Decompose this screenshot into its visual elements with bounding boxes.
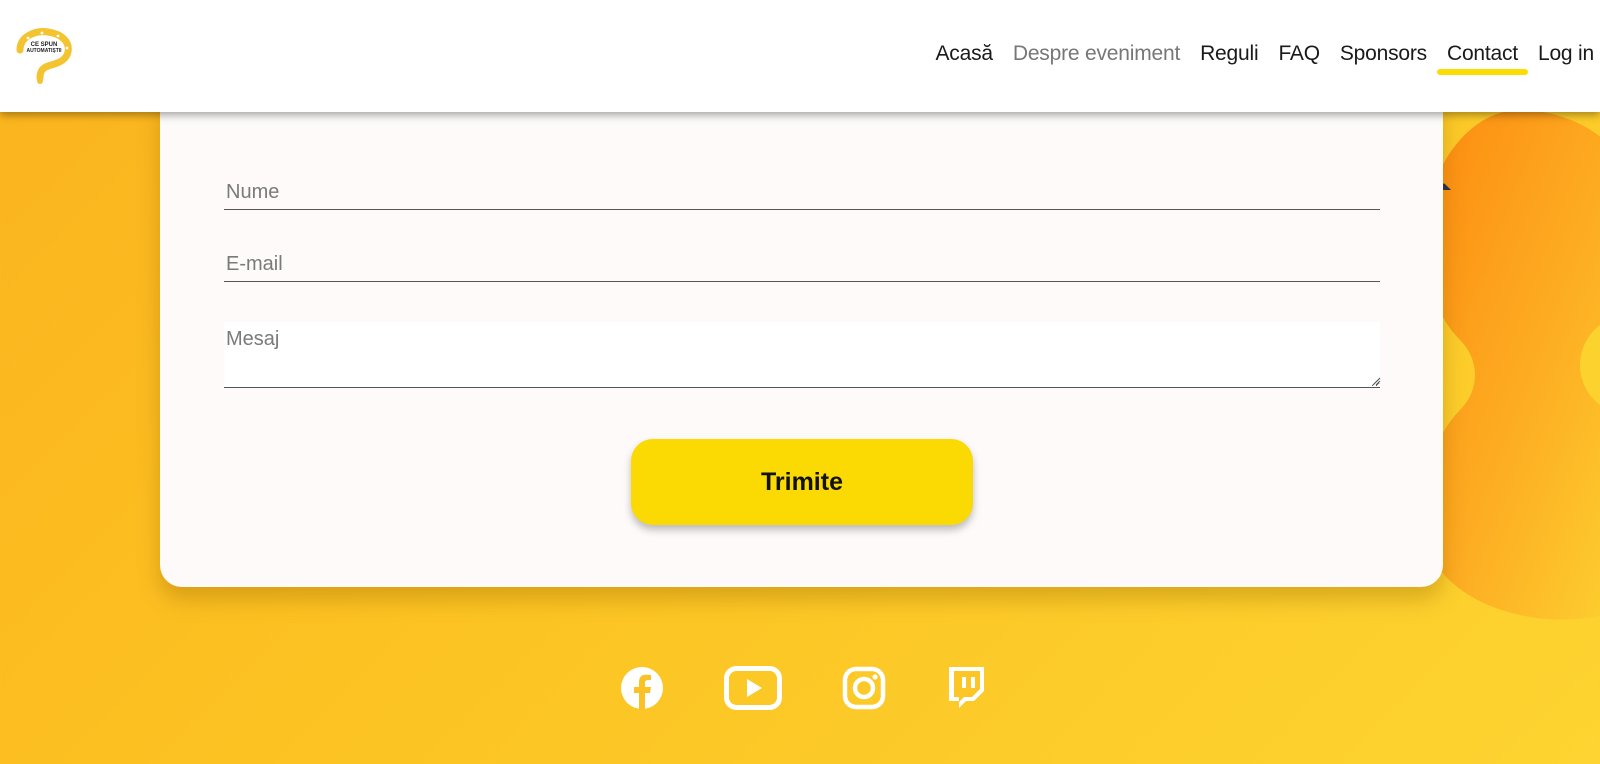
main-nav: Acasă Despre eveniment Reguli FAQ Sponso… [935,40,1594,75]
youtube-icon[interactable] [724,666,782,710]
logo[interactable]: CE SPUN AUTOMATIȘTII [12,28,72,84]
logo-text-bottom: AUTOMATIȘTII [26,48,62,54]
nav-item-log-in[interactable]: Log in [1538,40,1594,72]
facebook-icon[interactable] [620,666,664,710]
contact-form-card: Trimite [160,90,1443,587]
message-field[interactable] [224,322,1380,388]
nav-item-contact[interactable]: Contact [1436,40,1528,75]
nav-item-reguli[interactable]: Reguli [1200,40,1259,72]
social-links [618,664,988,712]
decorative-blob [1424,110,1600,620]
instagram-icon[interactable] [842,666,886,710]
site-header: CE SPUN AUTOMATIȘTII Acasă Despre evenim… [0,0,1600,112]
name-field[interactable] [224,178,1380,210]
nav-item-faq[interactable]: FAQ [1278,40,1320,72]
nav-item-acasa[interactable]: Acasă [935,40,993,72]
twitch-icon[interactable] [945,666,985,710]
nav-item-despre-eveniment[interactable]: Despre eveniment [1013,40,1180,72]
email-field[interactable] [224,250,1380,282]
resize-grip-icon[interactable] [1371,376,1381,386]
submit-button[interactable]: Trimite [631,439,973,525]
nav-item-sponsors[interactable]: Sponsors [1340,40,1427,72]
